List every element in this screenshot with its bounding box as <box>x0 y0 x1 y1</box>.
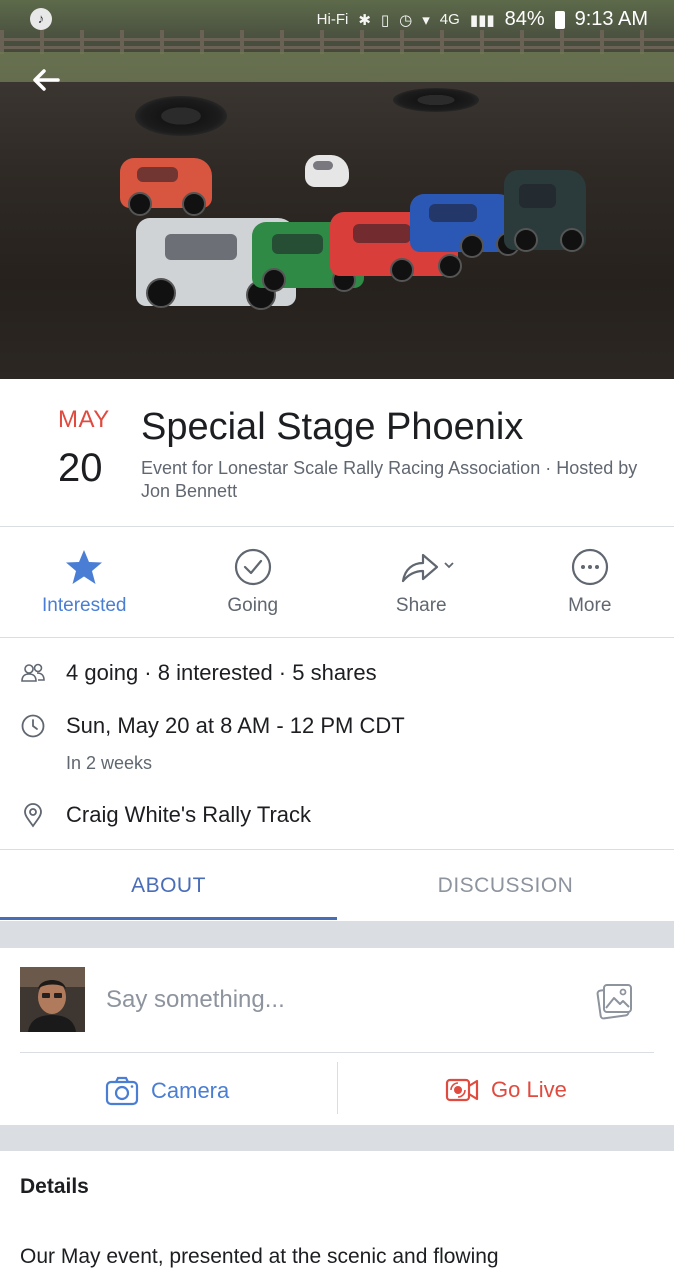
music-notification-icon: ♪ <box>30 8 52 30</box>
details-text: Our May event, presented at the scenic a… <box>20 1245 499 1268</box>
people-icon <box>21 663 45 682</box>
event-day: 20 <box>58 446 103 490</box>
clock: 9:13 AM <box>574 8 648 30</box>
rc-car <box>410 194 520 258</box>
go-live-label: Go Live <box>491 1077 567 1102</box>
camera-label: Camera <box>151 1078 230 1103</box>
bluetooth-icon: ✱ <box>358 11 371 29</box>
composer-divider <box>20 1052 654 1053</box>
tire <box>135 96 227 136</box>
tire <box>393 88 479 112</box>
vibrate-icon: ▯ <box>380 11 390 29</box>
battery-icon <box>554 10 565 29</box>
tab-discussion[interactable]: DISCUSSION <box>337 850 674 920</box>
live-video-icon <box>445 1078 479 1102</box>
network-type-label: 4G <box>439 11 460 28</box>
location-pin-icon <box>24 803 42 828</box>
star-icon <box>66 550 103 584</box>
details-heading: Details <box>20 1175 89 1198</box>
go-live-button[interactable]: Go Live <box>445 1076 567 1104</box>
going-label: Going <box>227 595 279 616</box>
camera-icon <box>105 1076 139 1106</box>
hifi-icon: Hi-Fi <box>316 11 349 28</box>
rc-car <box>305 155 349 187</box>
interested-label: Interested <box>42 595 127 616</box>
more-label: More <box>568 595 612 616</box>
going-button[interactable]: Going <box>169 527 338 637</box>
event-action-bar: Interested Going Share More <box>0 527 674 638</box>
rc-car <box>120 158 212 216</box>
back-arrow-icon[interactable] <box>30 64 62 96</box>
interested-button[interactable]: Interested <box>0 527 169 637</box>
grass <box>0 52 674 82</box>
rc-car <box>504 170 586 252</box>
composer-vertical-divider <box>337 1062 338 1114</box>
location-text: Craig White's Rally Track <box>66 802 312 827</box>
signal-icon: ▮▮▮ <box>469 11 495 29</box>
share-arrow-icon <box>402 553 454 583</box>
avatar[interactable] <box>20 967 85 1032</box>
event-tabs: ABOUT DISCUSSION <box>0 850 674 920</box>
alarm-icon: ◷ <box>399 11 413 29</box>
clock-icon <box>21 714 45 738</box>
event-cover-photo[interactable]: ♪ Hi-Fi ✱ ▯ ◷ ▾ 4G ▮▮▮ 84% 9:13 AM <box>0 0 674 379</box>
status-bar: ♪ Hi-Fi ✱ ▯ ◷ ▾ 4G ▮▮▮ 84% 9:13 AM <box>0 0 674 40</box>
photo-gallery-icon[interactable] <box>595 981 635 1021</box>
section-gap <box>0 1125 674 1151</box>
more-button[interactable]: More <box>506 527 674 637</box>
attendance-text: 4 going · 8 interested · 5 shares <box>66 660 377 685</box>
more-dots-icon <box>571 548 608 586</box>
share-label: Share <box>395 595 447 616</box>
battery-percent: 84% <box>504 8 545 30</box>
event-month: MAY <box>58 406 110 433</box>
check-circle-icon <box>234 548 271 586</box>
camera-button[interactable]: Camera <box>105 1076 229 1106</box>
section-gap <box>0 921 674 948</box>
datetime-text: Sun, May 20 at 8 AM - 12 PM CDT <box>66 713 405 738</box>
post-input[interactable]: Say something... <box>106 986 285 1014</box>
event-title: Special Stage Phoenix <box>141 406 524 448</box>
profile-photo <box>20 967 85 1032</box>
event-subtitle[interactable]: Event for Lonestar Scale Rally Racing As… <box>141 457 641 503</box>
wifi-icon: ▾ <box>422 11 430 29</box>
share-button[interactable]: Share <box>337 527 506 637</box>
tab-about[interactable]: ABOUT <box>0 850 337 920</box>
relative-time: In 2 weeks <box>66 753 153 773</box>
